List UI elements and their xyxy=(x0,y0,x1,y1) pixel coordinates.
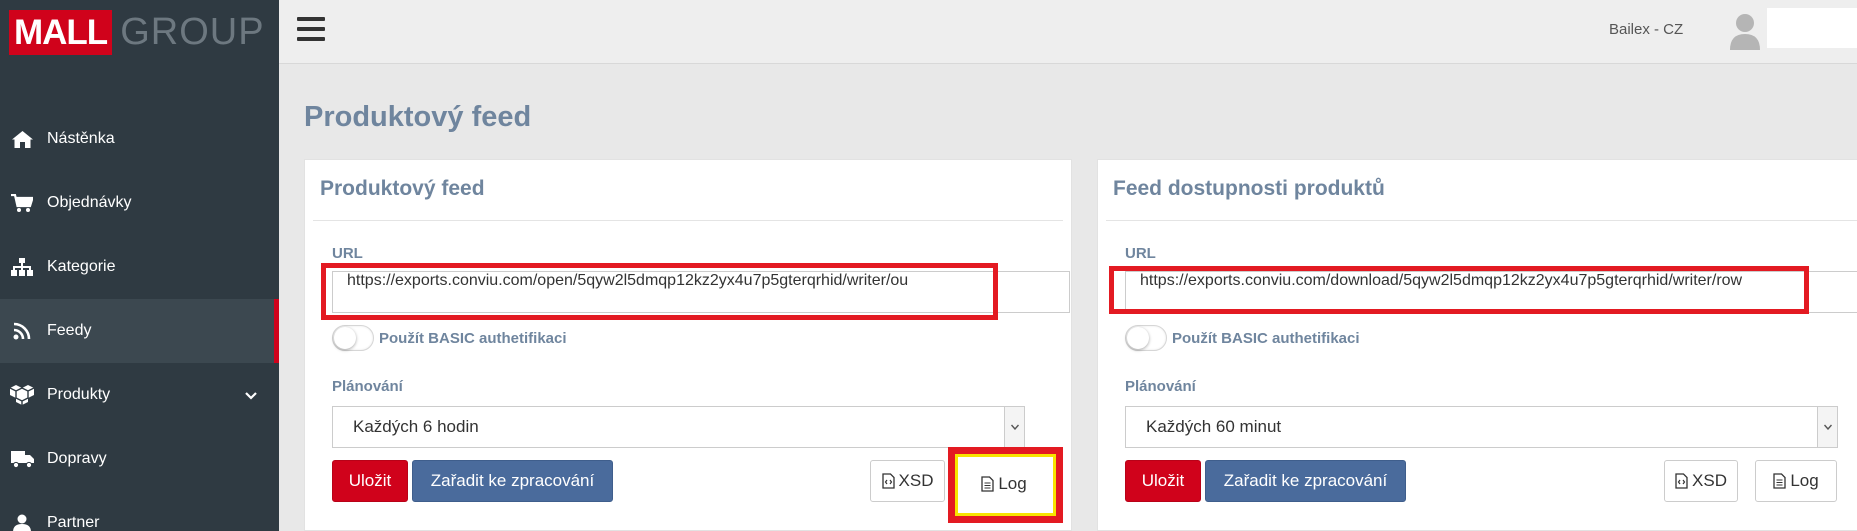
basic-auth-label: Použít BASIC authetifikaci xyxy=(379,330,567,347)
truck-icon xyxy=(10,449,34,469)
log-label: Log xyxy=(998,474,1027,493)
cubes-icon xyxy=(10,385,34,405)
sidebar-item-label: Objednávky xyxy=(47,194,132,211)
select-arrow-icon xyxy=(1817,407,1837,447)
cart-icon xyxy=(10,193,34,213)
sidebar-item-dopravy[interactable]: Dopravy xyxy=(0,427,279,491)
schedule-select[interactable]: Každých 60 minut xyxy=(1125,406,1838,448)
logo-mall: MALL xyxy=(9,9,113,55)
divider xyxy=(313,220,1063,221)
rss-icon xyxy=(10,321,34,341)
hamburger-menu-icon[interactable] xyxy=(297,17,325,41)
schedule-select[interactable]: Každých 6 hodin xyxy=(332,406,1025,448)
sidebar-item-partner[interactable]: Partner xyxy=(0,491,279,531)
schedule-label: Plánování xyxy=(332,378,403,395)
page-title: Produktový feed xyxy=(304,101,532,133)
sidebar-item-produkty[interactable]: Produkty xyxy=(0,363,279,427)
xsd-label: XSD xyxy=(898,471,934,490)
log-button[interactable]: Log xyxy=(962,464,1046,504)
sidebar-item-kategorie[interactable]: Kategorie xyxy=(0,235,279,299)
product-feed-panel: Produktový feed URL https://exports.conv… xyxy=(304,159,1072,531)
sidebar-item-label: Nástěnka xyxy=(47,130,115,147)
xsd-button[interactable]: XSD xyxy=(870,460,945,502)
save-button[interactable]: Uložit xyxy=(332,460,408,502)
queue-button[interactable]: Zařadit ke zpracování xyxy=(412,460,613,502)
sidebar-item-label: Kategorie xyxy=(47,258,116,275)
xsd-button[interactable]: XSD xyxy=(1664,460,1738,502)
sidebar-nav: Nástěnka Objednávky Kategorie Feedy Prod… xyxy=(0,107,279,531)
sidebar-item-objednavky[interactable]: Objednávky xyxy=(0,171,279,235)
panel-title: Feed dostupnosti produktů xyxy=(1113,177,1385,200)
schedule-value: Každých 6 hodin xyxy=(353,417,479,436)
panel-title: Produktový feed xyxy=(320,177,485,200)
file-text-icon xyxy=(981,476,994,492)
sidebar-item-label: Dopravy xyxy=(47,450,107,467)
file-text-icon xyxy=(1773,473,1786,489)
sidebar: MALL GROUP Nástěnka Objednávky Kategorie xyxy=(0,0,279,531)
save-button[interactable]: Uložit xyxy=(1125,460,1201,502)
basic-auth-toggle[interactable] xyxy=(332,325,374,351)
highlight-box xyxy=(321,263,998,320)
queue-button[interactable]: Zařadit ke zpracování xyxy=(1205,460,1406,502)
schedule-label: Plánování xyxy=(1125,378,1196,395)
basic-auth-label: Použít BASIC authetifikaci xyxy=(1172,330,1360,347)
highlight-box xyxy=(1109,266,1809,314)
chevron-down-icon xyxy=(245,387,257,405)
home-icon xyxy=(10,129,34,149)
url-label: URL xyxy=(1125,245,1156,262)
sidebar-item-label: Feedy xyxy=(47,322,92,339)
xsd-label: XSD xyxy=(1692,471,1727,490)
log-label: Log xyxy=(1790,471,1819,490)
sidebar-item-label: Produkty xyxy=(47,386,111,403)
file-code-icon xyxy=(1675,473,1688,489)
schedule-value: Každých 60 minut xyxy=(1146,417,1282,436)
sidebar-item-label: Partner xyxy=(47,514,100,531)
topbar: Bailex - CZ xyxy=(279,0,1857,64)
user-icon xyxy=(10,513,34,531)
logo-group: GROUP xyxy=(120,10,265,53)
url-label: URL xyxy=(332,245,363,262)
mall-group-logo[interactable]: MALL GROUP xyxy=(0,0,279,64)
select-arrow-icon xyxy=(1004,407,1024,447)
divider xyxy=(1106,220,1857,221)
basic-auth-toggle[interactable] xyxy=(1125,325,1167,351)
user-menu-box[interactable] xyxy=(1767,8,1857,48)
avatar-icon[interactable] xyxy=(1728,12,1762,50)
log-button[interactable]: Log xyxy=(1755,460,1837,502)
sidebar-item-feedy[interactable]: Feedy xyxy=(0,299,279,363)
sitemap-icon xyxy=(10,257,34,277)
user-name[interactable]: Bailex - CZ xyxy=(1609,21,1683,38)
file-code-icon xyxy=(881,473,895,489)
availability-feed-panel: Feed dostupnosti produktů URL https://ex… xyxy=(1097,159,1857,531)
sidebar-item-nastenka[interactable]: Nástěnka xyxy=(0,107,279,171)
